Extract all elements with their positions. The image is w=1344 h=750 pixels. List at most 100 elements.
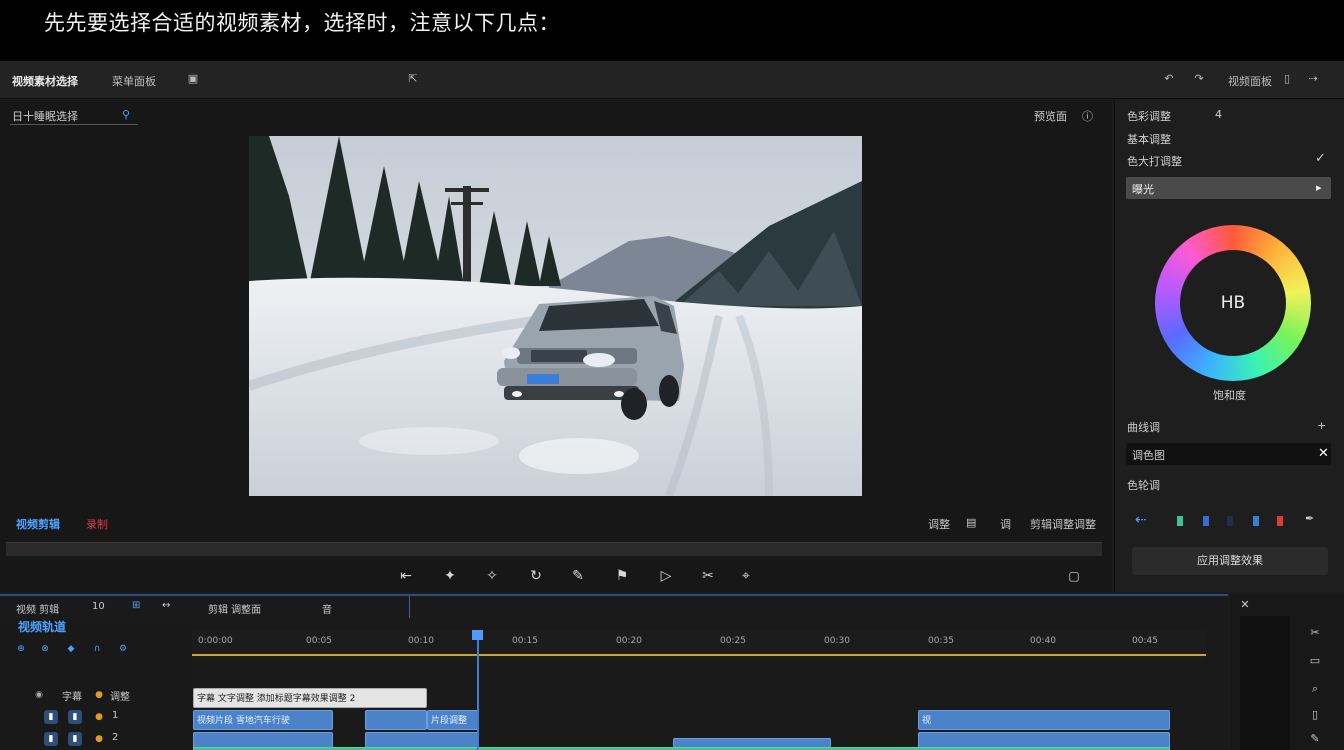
tick-label: 00:45 bbox=[1132, 636, 1158, 646]
track2-toggle-icon[interactable]: ▮ bbox=[44, 710, 58, 724]
tick-label: 00:10 bbox=[408, 636, 434, 646]
lut-field[interactable]: 调色图 ✕ bbox=[1126, 443, 1331, 465]
preview-mode-label[interactable]: 预览面 bbox=[1034, 108, 1067, 124]
export-icon[interactable]: ⇱ bbox=[406, 72, 420, 86]
undo-icon[interactable]: ↶ bbox=[1162, 72, 1176, 86]
file-icon[interactable]: ▯ bbox=[1280, 72, 1294, 86]
tick-label: 00:05 bbox=[306, 636, 332, 646]
video-clip[interactable]: 视 bbox=[918, 710, 1170, 730]
eyedropper-icon[interactable]: ✒ bbox=[1305, 512, 1314, 525]
settings-icon[interactable]: ⚙ bbox=[116, 642, 130, 656]
title-clip[interactable]: 字幕 文字调整 添加标题字幕效果调整 2 bbox=[193, 688, 427, 708]
crop-icon[interactable]: ⌖ bbox=[736, 566, 756, 586]
swatch-blue[interactable] bbox=[1203, 516, 1209, 526]
pen-icon[interactable]: ✎ bbox=[568, 566, 588, 586]
track3-toggle-icon[interactable]: ▮ bbox=[44, 732, 58, 746]
menu-item-panels[interactable]: 菜单面板 bbox=[112, 73, 156, 89]
track3-lock-icon[interactable]: ● bbox=[92, 732, 106, 746]
close-icon[interactable]: ✕ bbox=[1318, 446, 1329, 461]
timeline-head-title[interactable]: 视频 剪辑 bbox=[16, 601, 59, 616]
flag-icon[interactable]: ⚑ bbox=[612, 566, 632, 586]
tool-arrow-icon[interactable]: ⇠ bbox=[1135, 512, 1147, 528]
share-icon[interactable]: ⇢ bbox=[1306, 72, 1320, 86]
grid-icon[interactable]: ⊞ bbox=[132, 600, 140, 611]
timeline-ruler[interactable]: 0:00:00 00:05 00:10 00:15 00:20 00:25 00… bbox=[192, 630, 1206, 660]
track-headers: 视频轨道 ⊕ ⊗ ◆ ∩ ⚙ ◉ 字幕 ● 调整 ▮ ▮ ● 1 ▮ ▮ ● 2 bbox=[0, 618, 192, 750]
preview-option-1[interactable]: 调整 bbox=[928, 516, 950, 532]
record-label[interactable]: 录制 bbox=[86, 516, 108, 532]
preview-option-3[interactable]: 调 bbox=[1000, 516, 1011, 532]
menu-bar: 视频素材选择 菜单面板 ▣ ⇱ ↶ ↷ 视频面板 ▯ ⇢ bbox=[0, 61, 1344, 99]
scissors-icon[interactable]: ✂ bbox=[1308, 626, 1322, 640]
fullscreen-icon[interactable]: ▢ bbox=[1064, 566, 1084, 586]
pen-icon[interactable]: ✎ bbox=[1308, 732, 1322, 746]
tick-label: 00:30 bbox=[824, 636, 850, 646]
color-wheel[interactable]: HB bbox=[1155, 225, 1311, 381]
track3-mute-icon[interactable]: ▮ bbox=[68, 732, 82, 746]
close-icon[interactable]: ✕ bbox=[1238, 598, 1252, 612]
split-icon[interactable]: ✂ bbox=[698, 566, 718, 586]
marker-icon[interactable]: ◆ bbox=[64, 642, 78, 656]
track1-tag: 调整 bbox=[110, 692, 130, 703]
play-icon[interactable]: ✧ bbox=[482, 566, 502, 586]
timeline-head-mid[interactable]: 剪辑 调整面 bbox=[208, 601, 261, 616]
mark-in-icon[interactable]: ⇤ bbox=[396, 566, 416, 586]
caption-text: 先先要选择合适的视频素材，选择时，注意以下几点： bbox=[44, 11, 560, 35]
eye-icon[interactable]: ◉ bbox=[32, 688, 46, 702]
redo-icon[interactable]: ↷ bbox=[1192, 72, 1206, 86]
audio-meter bbox=[1240, 616, 1290, 750]
lut-field-value: 调色图 bbox=[1132, 449, 1165, 462]
link-icon[interactable]: ⊗ bbox=[38, 642, 52, 656]
preview-option-4[interactable]: 剪辑调整调整 bbox=[1030, 516, 1096, 532]
curves-add-icon[interactable]: + bbox=[1317, 419, 1326, 432]
playhead-handle[interactable] bbox=[472, 630, 483, 640]
swatch-red[interactable] bbox=[1277, 516, 1283, 526]
track2-tag: 1 bbox=[112, 710, 119, 721]
track2-mute-icon[interactable]: ▮ bbox=[68, 710, 82, 724]
curves-section-label: 曲线调 bbox=[1127, 421, 1160, 434]
loop-icon[interactable]: ↻ bbox=[526, 566, 546, 586]
arrow-icon[interactable]: ↔ bbox=[162, 600, 170, 611]
panel-header-count: 4 bbox=[1215, 108, 1222, 121]
swatch-navy[interactable] bbox=[1227, 516, 1233, 526]
monitor-icon[interactable]: ▭ bbox=[1308, 654, 1322, 668]
layout-icon[interactable]: ▣ bbox=[186, 72, 200, 86]
tick-label: 00:20 bbox=[616, 636, 642, 646]
info-icon[interactable]: ⓘ bbox=[1082, 108, 1093, 124]
swatch-green[interactable] bbox=[1177, 516, 1183, 526]
snowy-road-car-image bbox=[249, 136, 862, 496]
panel-header[interactable]: 色彩调整 bbox=[1127, 108, 1171, 124]
tracks-label: 视频轨道 bbox=[18, 620, 67, 634]
swatch-sky[interactable] bbox=[1253, 516, 1259, 526]
video-clip[interactable]: 视频片段 雪地汽车行驶 bbox=[193, 710, 333, 730]
lock-icon[interactable]: ● bbox=[92, 688, 106, 702]
wheels-section-label: 色轮调 bbox=[1127, 479, 1160, 492]
video-preview-frame[interactable] bbox=[249, 136, 862, 496]
track2-lock-icon[interactable]: ● bbox=[92, 710, 106, 724]
menu-right-label[interactable]: 视频面板 bbox=[1228, 73, 1272, 89]
timeline-panel: 视频 剪辑 10 ⊞ ↔ 剪辑 调整面 音 视频轨道 ⊕ ⊗ ◆ ∩ ⚙ ◉ 字… bbox=[0, 594, 1228, 750]
preview-scrubber[interactable] bbox=[6, 542, 1102, 556]
preview-option-2[interactable]: ▤ bbox=[966, 516, 976, 529]
apply-adjustment-button[interactable]: 应用调整效果 bbox=[1132, 547, 1328, 575]
track3-tag: 2 bbox=[112, 732, 119, 743]
panel-subtitle: 基本调整 bbox=[1127, 133, 1171, 146]
exposure-dropdown[interactable]: 曝光 ▸ bbox=[1126, 177, 1331, 199]
delete-icon[interactable]: ▯ bbox=[1308, 708, 1322, 722]
timeline-head-right[interactable]: 音 bbox=[322, 601, 332, 616]
next-frame-icon[interactable]: ▷ bbox=[656, 566, 676, 586]
tick-label: 00:15 bbox=[512, 636, 538, 646]
search-icon[interactable]: ⌕ bbox=[1308, 682, 1322, 696]
preview-clip-label[interactable]: 视频剪辑 bbox=[16, 516, 60, 532]
color-panel: 色彩调整 4 基本调整 色大打调整 ✓ 曝光 ▸ HB 饱和度 曲线调 + 调色… bbox=[1114, 100, 1344, 592]
step-back-icon[interactable]: ✦ bbox=[440, 566, 460, 586]
check-icon[interactable]: ✓ bbox=[1315, 151, 1326, 166]
video-clip[interactable]: 片段调整 bbox=[427, 710, 479, 730]
magnet-icon[interactable]: ∩ bbox=[90, 642, 104, 656]
snap-icon[interactable]: ⊕ bbox=[14, 642, 28, 656]
preview-transport: 视频剪辑 录制 调整 ▤ 调 剪辑调整调整 ⇤ ✦ ✧ ↻ ✎ ⚑ ▷ ✂ ⌖ … bbox=[0, 510, 1112, 592]
playhead[interactable] bbox=[477, 630, 479, 750]
filter-icon[interactable]: ⚲ bbox=[122, 108, 130, 121]
ruler-line bbox=[192, 654, 1206, 656]
video-clip[interactable] bbox=[365, 710, 427, 730]
